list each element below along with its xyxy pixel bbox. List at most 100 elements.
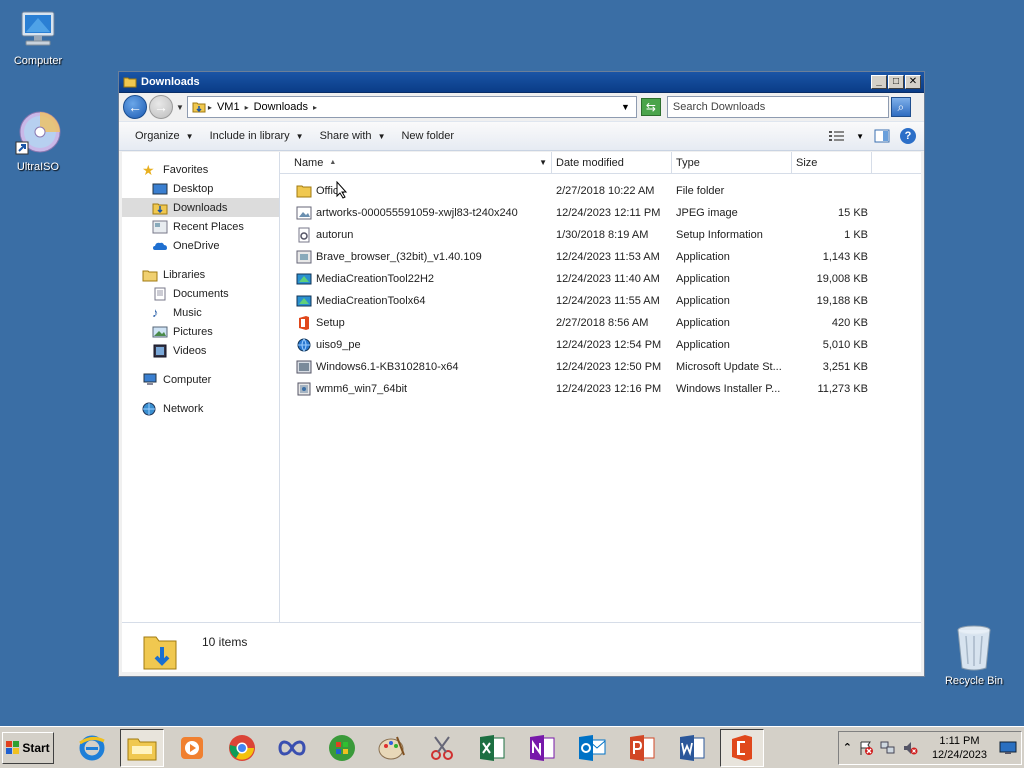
breadcrumb-separator[interactable]: ▸ <box>208 103 212 112</box>
file-row[interactable]: Brave_browser_(32bit)_v1.40.109 12/24/20… <box>280 246 921 268</box>
view-dropdown[interactable]: ▼ <box>856 132 864 141</box>
title-bar[interactable]: Downloads _ □ ✕ <box>119 72 924 93</box>
start-button[interactable]: Start <box>2 731 54 764</box>
taskbar-word[interactable] <box>670 729 714 767</box>
chevron-down-icon[interactable]: ▼ <box>539 158 547 167</box>
taskbar-infinity-app[interactable] <box>270 729 314 767</box>
nav-network[interactable]: Network <box>122 399 279 418</box>
taskbar-excel[interactable] <box>470 729 514 767</box>
address-dropdown[interactable]: ▼ <box>621 102 636 112</box>
nav-favorites[interactable]: ★ Favorites <box>122 160 279 179</box>
powerpoint-icon <box>630 734 655 761</box>
desktop-icon-ultraiso[interactable]: UltraISO <box>0 110 76 173</box>
videos-icon <box>153 344 167 357</box>
nav-downloads[interactable]: Downloads <box>122 198 279 217</box>
file-size: 5,010 KB <box>822 339 868 351</box>
taskbar-powerpoint[interactable] <box>620 729 664 767</box>
preview-pane-icon[interactable] <box>874 129 890 143</box>
search-icon: ⌕ <box>897 100 905 114</box>
volume-muted-icon[interactable] <box>902 740 918 756</box>
help-icon[interactable]: ? <box>900 128 916 144</box>
file-name: artworks-000055591059-xwjl83-t240x240 <box>316 207 518 219</box>
infinity-icon <box>278 740 306 755</box>
nav-label: OneDrive <box>173 239 220 252</box>
show-desktop-icon[interactable] <box>999 741 1017 755</box>
search-input[interactable]: Search Downloads <box>666 96 889 118</box>
file-row[interactable]: artworks-000055591059-xwjl83-t240x240 12… <box>280 202 921 224</box>
desktop-icon-recycle-bin[interactable]: Recycle Bin <box>936 624 1012 687</box>
close-button[interactable]: ✕ <box>905 75 921 89</box>
new-folder-button[interactable]: New folder <box>401 130 454 142</box>
search-button[interactable]: ⌕ <box>890 97 911 117</box>
column-header-type[interactable]: Type <box>672 152 792 173</box>
column-header-name[interactable]: Name ▲ ▼ <box>280 152 552 173</box>
column-header-date[interactable]: Date modified <box>552 152 672 173</box>
view-options-icon[interactable] <box>828 130 846 142</box>
file-row[interactable]: autorun 1/30/2018 8:19 AM Setup Informat… <box>280 224 921 246</box>
breadcrumb-separator[interactable]: ▸ <box>313 103 317 112</box>
file-row[interactable]: uiso9_pe 12/24/2023 12:54 PM Application… <box>280 334 921 356</box>
taskbar-apps <box>70 728 764 767</box>
office-icon <box>299 316 309 330</box>
maximize-button[interactable]: □ <box>888 75 904 89</box>
sort-ascending-icon: ▲ <box>329 159 337 166</box>
nav-recent-places[interactable]: Recent Places <box>122 217 279 236</box>
nav-music[interactable]: ♪ Music <box>122 303 279 322</box>
organize-button[interactable]: Organize ▼ <box>135 130 194 142</box>
minimize-button[interactable]: _ <box>871 75 887 89</box>
nav-documents[interactable]: Documents <box>122 284 279 303</box>
taskbar-snipping-tool[interactable] <box>420 729 464 767</box>
file-date: 12/24/2023 12:50 PM <box>556 361 662 373</box>
nav-onedrive[interactable]: OneDrive <box>122 236 279 255</box>
column-header-size[interactable]: Size <box>792 152 872 173</box>
taskbar-media-player[interactable] <box>170 729 214 767</box>
nav-label: Downloads <box>173 201 228 214</box>
breadcrumb-vm1[interactable]: VM1 <box>217 101 240 113</box>
nav-pictures[interactable]: Pictures <box>122 322 279 341</box>
include-in-library-button[interactable]: Include in library ▼ <box>210 130 304 142</box>
action-center-flag-icon[interactable] <box>858 740 874 756</box>
taskbar-paint[interactable] <box>370 729 414 767</box>
file-row[interactable]: wmm6_win7_64bit 12/24/2023 12:16 PM Wind… <box>280 378 921 400</box>
nav-libraries[interactable]: Libraries <box>122 265 279 284</box>
taskbar-internet-explorer[interactable] <box>70 729 114 767</box>
file-row[interactable]: MediaCreationTool22H2 12/24/2023 11:40 A… <box>280 268 921 290</box>
status-bar: 10 items <box>122 622 921 672</box>
computer-icon <box>21 11 55 46</box>
file-row[interactable]: MediaCreationToolx64 12/24/2023 11:55 AM… <box>280 290 921 312</box>
taskbar-onenote[interactable] <box>520 729 564 767</box>
breadcrumb-downloads[interactable]: Downloads <box>254 101 308 113</box>
file-type: Setup Information <box>676 229 763 241</box>
address-field[interactable]: ▸ VM1 ▸ Downloads ▸ ▼ <box>186 96 637 118</box>
file-type: File folder <box>676 185 725 197</box>
computer-icon <box>143 373 157 385</box>
document-icon <box>154 287 166 300</box>
show-hidden-icons-button[interactable]: ⌃ <box>843 741 852 754</box>
file-row[interactable]: Setup 2/27/2018 8:56 AM Application 420 … <box>280 312 921 334</box>
network-status-icon[interactable] <box>880 740 896 756</box>
refresh-button[interactable]: ⇆ <box>640 98 661 116</box>
nav-label: Libraries <box>163 268 206 281</box>
desktop-icon-computer[interactable]: Computer <box>0 8 76 67</box>
nav-computer[interactable]: Computer <box>122 370 279 389</box>
forward-button[interactable]: → <box>149 95 173 119</box>
file-type: Application <box>676 339 730 351</box>
breadcrumb-separator[interactable]: ▸ <box>245 103 249 112</box>
taskbar-file-explorer[interactable] <box>120 728 164 767</box>
nav-videos[interactable]: Videos <box>122 341 279 360</box>
msi-package-icon <box>297 382 311 396</box>
taskbar-outlook[interactable] <box>570 729 614 767</box>
taskbar-chrome[interactable] <box>220 729 264 767</box>
nav-desktop[interactable]: Desktop <box>122 179 279 198</box>
file-date: 12/24/2023 11:55 AM <box>556 295 660 307</box>
taskbar-office[interactable] <box>720 728 764 767</box>
file-row[interactable]: Office 2/27/2018 10:22 AM File folder <box>280 180 921 202</box>
chevron-down-icon: ▼ <box>377 131 386 141</box>
back-button[interactable]: ← <box>123 95 147 119</box>
taskbar-media-center[interactable] <box>320 729 364 767</box>
recent-pages-dropdown[interactable]: ▼ <box>176 103 184 112</box>
share-with-button[interactable]: Share with ▼ <box>320 130 386 142</box>
file-row[interactable]: Windows6.1-KB3102810-x64 12/24/2023 12:5… <box>280 356 921 378</box>
clock[interactable]: 1:11 PM 12/24/2023 <box>932 734 987 762</box>
file-name: Windows6.1-KB3102810-x64 <box>316 361 459 373</box>
